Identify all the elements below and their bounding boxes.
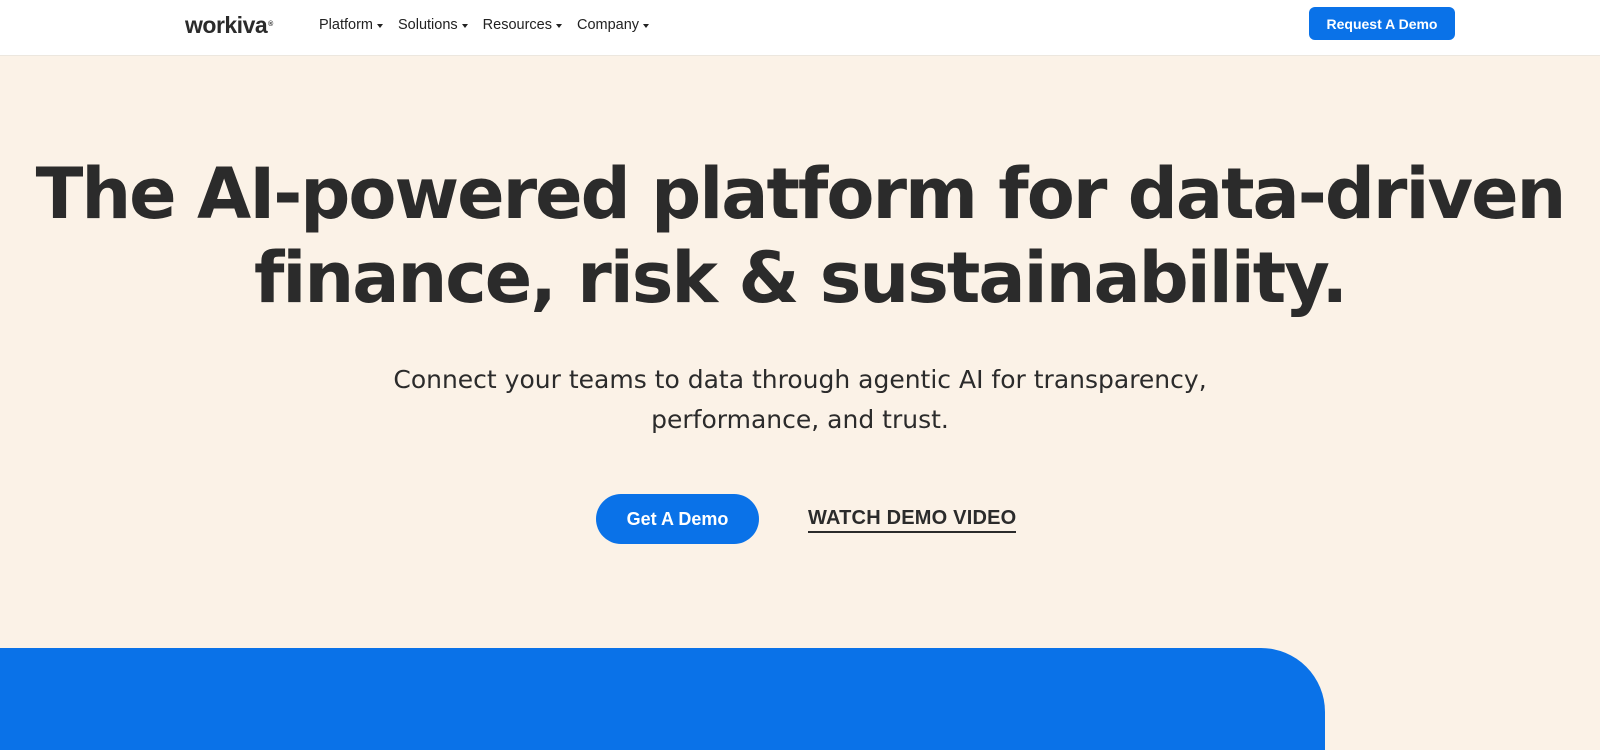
workiva-logo[interactable]: workiva® [185,10,273,40]
hero-title-line-2: finance, risk & sustainability. [253,237,1348,319]
get-demo-button[interactable]: Get A Demo [596,494,759,544]
nav-item-label: Solutions [398,17,458,33]
page: workiva® Platform Solutions Resources Co… [0,0,1600,750]
nav-item-solutions[interactable]: Solutions [398,15,468,35]
nav-item-label: Resources [482,17,552,33]
nav-item-label: Platform [319,17,373,33]
caret-down-icon [461,23,468,28]
watch-demo-video-link[interactable]: WATCH DEMO VIDEO [808,506,1017,533]
hero-subtitle: Connect your teams to data through agent… [0,360,1600,440]
caret-down-icon [643,23,650,28]
nav-item-platform[interactable]: Platform [319,15,383,35]
logo-trademark: ® [268,21,273,28]
request-demo-button[interactable]: Request A Demo [1309,7,1455,40]
nav-item-company[interactable]: Company [576,15,650,35]
nav-item-resources[interactable]: Resources [483,15,562,35]
site-header: workiva® Platform Solutions Resources Co… [0,0,1600,56]
nav-item-label: Company [576,17,640,33]
caret-down-icon [377,23,383,28]
hero-cta-row: Get A Demo WATCH DEMO VIDEO [596,494,1017,544]
hero-title-line-1: The AI-powered platform for data-driven [35,153,1567,235]
caret-down-icon [555,23,562,28]
hero-subtitle-line-1: Connect your teams to data through agent… [393,365,1207,394]
logo-text: workiva [185,12,268,38]
hero-subtitle-line-2: performance, and trust. [651,405,949,434]
blue-feature-panel [0,648,1325,750]
hero-title: The AI-powered platform for data-driven … [0,152,1600,320]
main-nav: Platform Solutions Resources Company [319,15,664,35]
